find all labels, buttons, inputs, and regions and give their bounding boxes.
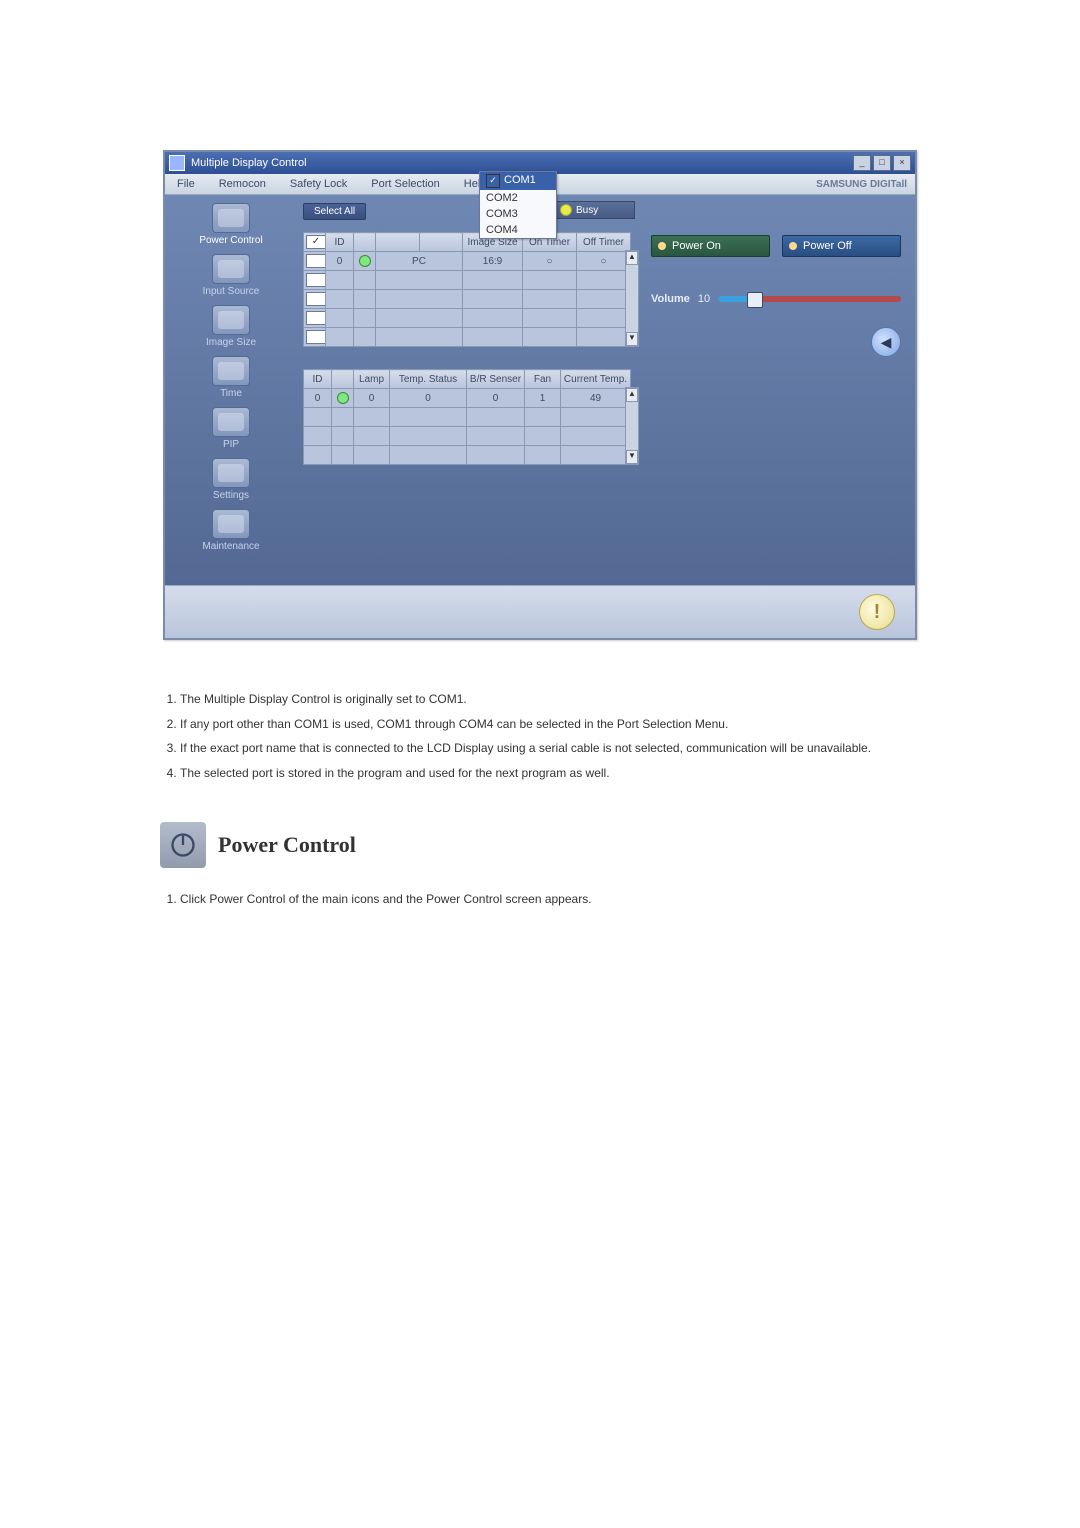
input-source-icon: [212, 254, 250, 284]
app-window: Multiple Display Control _ □ × File Remo…: [163, 150, 917, 640]
speaker-icon[interactable]: ◀: [871, 327, 901, 357]
busy-indicator: Busy: [555, 201, 635, 219]
sidebar-item-label: Settings: [213, 490, 249, 501]
volume-slider[interactable]: [718, 296, 901, 302]
sidebar-item-label: PIP: [223, 439, 239, 450]
power-control-icon: [212, 203, 250, 233]
sidebar-item-label: Image Size: [206, 337, 256, 348]
sidebar-item-pip[interactable]: PIP: [171, 407, 291, 450]
table-row[interactable]: [304, 271, 631, 290]
note-item: If any port other than COM1 is used, COM…: [180, 715, 920, 734]
close-button[interactable]: ×: [893, 155, 911, 171]
led-icon: [789, 242, 797, 250]
col-off-timer: Off Timer: [577, 233, 631, 252]
table-header-row: ID Lamp Temp. Status B/R Senser Fan Curr…: [304, 370, 631, 389]
table-row[interactable]: [304, 290, 631, 309]
busy-label: Busy: [576, 205, 598, 216]
sidebar-item-input-source[interactable]: Input Source: [171, 254, 291, 297]
brand-label: SAMSUNG DIGITall: [816, 179, 915, 190]
slider-thumb[interactable]: [747, 292, 763, 308]
col-id: ID: [326, 233, 354, 252]
note-item: If the exact port name that is connected…: [180, 739, 920, 758]
display-list-table: ID Image Size On Timer Off Timer 0 PC 16…: [303, 232, 631, 347]
com-option[interactable]: COM3: [480, 206, 556, 222]
table-row[interactable]: [304, 328, 631, 347]
sidebar-item-settings[interactable]: Settings: [171, 458, 291, 501]
window-controls: _ □ ×: [853, 155, 911, 171]
sidebar-item-power-control[interactable]: Power Control: [171, 203, 291, 246]
header-checkbox[interactable]: [306, 235, 326, 249]
section-header: Power Control: [160, 822, 980, 868]
sidebar: Power Control Input Source Image Size Ti…: [165, 195, 297, 585]
row-checkbox[interactable]: [306, 330, 326, 344]
sidebar-item-label: Power Control: [199, 235, 262, 246]
notes-list: The Multiple Display Control is original…: [180, 690, 920, 782]
note-item: Click Power Control of the main icons an…: [180, 892, 920, 906]
workspace: Power Control Input Source Image Size Ti…: [165, 195, 915, 585]
com-option[interactable]: COM4: [480, 222, 556, 238]
row-checkbox[interactable]: [306, 311, 326, 325]
com-option[interactable]: ✓COM1: [480, 172, 556, 190]
table-row[interactable]: [304, 309, 631, 328]
row-checkbox[interactable]: [306, 254, 326, 268]
sidebar-item-time[interactable]: Time: [171, 356, 291, 399]
status-dot-icon: [359, 255, 371, 267]
sidebar-item-label: Time: [220, 388, 242, 399]
row-checkbox[interactable]: [306, 292, 326, 306]
table-row[interactable]: [304, 427, 631, 446]
time-icon: [212, 356, 250, 386]
app-icon: [169, 155, 185, 171]
maintenance-icon: [212, 509, 250, 539]
sidebar-item-label: Maintenance: [202, 541, 259, 552]
menu-remocon[interactable]: Remocon: [207, 174, 278, 194]
menu-port-selection[interactable]: Port Selection: [359, 174, 451, 194]
maximize-button[interactable]: □: [873, 155, 891, 171]
table-header-row: ID Image Size On Timer Off Timer: [304, 233, 631, 252]
power-on-button[interactable]: Power On: [651, 235, 770, 257]
sidebar-item-maintenance[interactable]: Maintenance: [171, 509, 291, 552]
volume-value: 10: [698, 293, 710, 305]
note-item: The selected port is stored in the progr…: [180, 764, 920, 783]
sidebar-item-image-size[interactable]: Image Size: [171, 305, 291, 348]
window-title: Multiple Display Control: [191, 157, 307, 169]
volume-row: Volume 10: [651, 293, 901, 305]
center-panel: Select All ✓COM1 COM2 COM3 COM4 Busy: [297, 195, 637, 585]
status-dot-icon: [337, 392, 349, 404]
settings-icon: [212, 458, 250, 488]
com-option[interactable]: COM2: [480, 190, 556, 206]
sub-notes-list: Click Power Control of the main icons an…: [180, 892, 920, 906]
sidebar-item-label: Input Source: [203, 286, 260, 297]
table-row[interactable]: 0 0 0 0 1 49: [304, 389, 631, 408]
power-control-section-icon: [160, 822, 206, 868]
busy-dot-icon: [560, 204, 572, 216]
led-icon: [658, 242, 666, 250]
right-panel: Power On Power Off Volume 10 ◀: [637, 195, 915, 585]
menu-file[interactable]: File: [165, 174, 207, 194]
note-item: The Multiple Display Control is original…: [180, 690, 920, 709]
section-title: Power Control: [218, 832, 356, 858]
port-selection-dropdown[interactable]: ✓COM1 COM2 COM3 COM4: [479, 171, 557, 239]
menu-safety-lock[interactable]: Safety Lock: [278, 174, 359, 194]
statusbar: !: [165, 585, 915, 638]
image-size-icon: [212, 305, 250, 335]
power-off-button[interactable]: Power Off: [782, 235, 901, 257]
table-row[interactable]: [304, 408, 631, 427]
table-row[interactable]: 0 PC 16:9 ○ ○: [304, 252, 631, 271]
volume-label: Volume: [651, 293, 690, 305]
status-table: ID Lamp Temp. Status B/R Senser Fan Curr…: [303, 369, 631, 465]
table-row[interactable]: [304, 446, 631, 465]
pip-icon: [212, 407, 250, 437]
minimize-button[interactable]: _: [853, 155, 871, 171]
warning-icon: !: [859, 594, 895, 630]
row-checkbox[interactable]: [306, 273, 326, 287]
select-all-button[interactable]: Select All: [303, 203, 366, 220]
